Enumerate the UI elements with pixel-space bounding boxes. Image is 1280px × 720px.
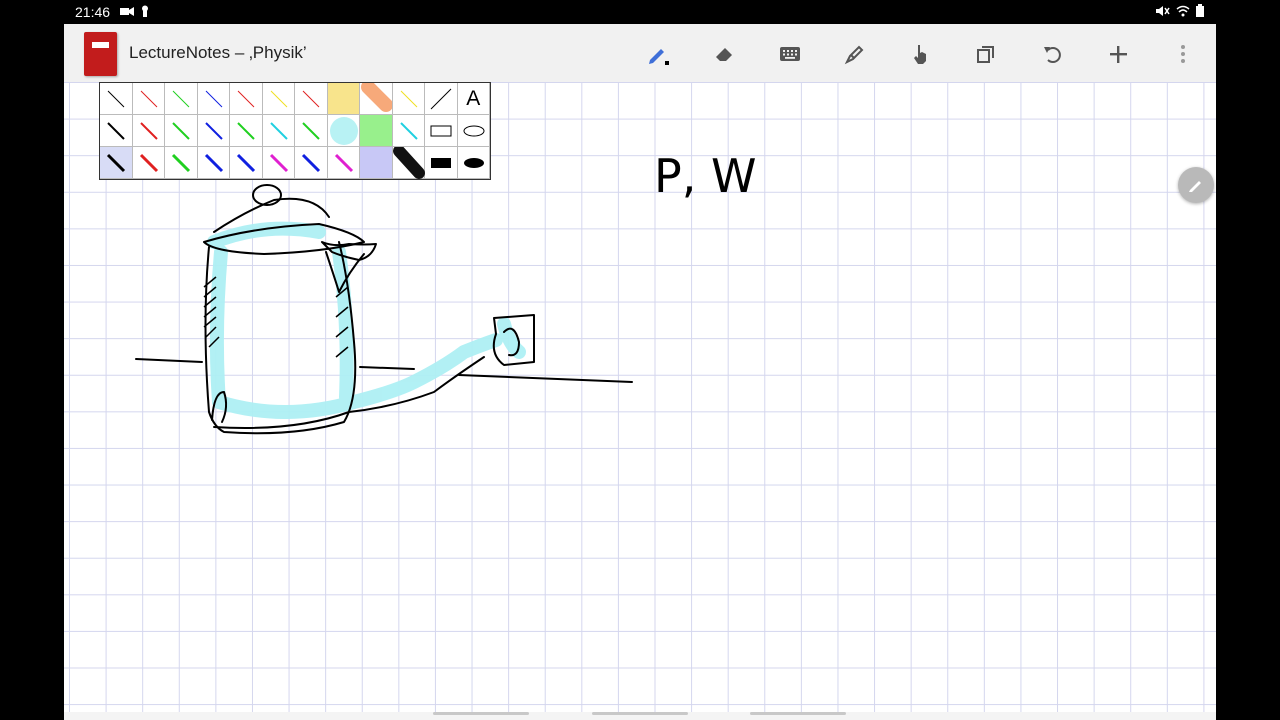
pen-red-thin-2[interactable]	[230, 83, 263, 115]
pen-green-medium-3[interactable]	[295, 115, 328, 147]
undo-icon	[1044, 47, 1061, 63]
pen-red-thin-3[interactable]	[295, 83, 328, 115]
pen-magenta-thick-2[interactable]	[327, 147, 360, 179]
pen-red-thin[interactable]	[132, 83, 165, 115]
nav-handle-center[interactable]	[592, 712, 688, 715]
pen-green-medium[interactable]	[165, 115, 198, 147]
pen-icon	[649, 49, 669, 65]
undo-button[interactable]	[1035, 37, 1069, 71]
line-tool[interactable]	[425, 83, 458, 115]
navigation-bar	[64, 712, 1216, 720]
highlighter-button[interactable]	[838, 37, 872, 71]
pen-magenta-thick[interactable]	[262, 147, 295, 179]
highlighter-green[interactable]	[360, 115, 393, 147]
floating-pencil-button[interactable]	[1178, 167, 1214, 203]
pen-yellow-thin-2[interactable]	[392, 83, 425, 115]
pen-blue-medium[interactable]	[197, 115, 230, 147]
status-time: 21:46	[75, 4, 111, 20]
ellipse-tool[interactable]	[457, 115, 490, 147]
nav-handle-left[interactable]	[433, 712, 529, 715]
status-bar: 21:46	[0, 0, 1280, 24]
highlighter-yellow[interactable]	[327, 83, 360, 115]
add-button[interactable]	[1101, 37, 1135, 71]
handwriting-text: P, W	[654, 149, 756, 203]
pen-cyan-medium-2[interactable]	[392, 115, 425, 147]
keyboard-button[interactable]	[773, 37, 807, 71]
pen-black-thin[interactable]	[100, 83, 133, 115]
app-window: LectureNotes – ‚Physik’ P, W A	[64, 24, 1216, 720]
keyhole-icon	[140, 4, 152, 17]
pen-tool-button[interactable]	[641, 37, 675, 71]
highlighter-lavender[interactable]	[360, 147, 393, 179]
pen-blue-thick-2[interactable]	[230, 147, 263, 179]
toolbar: LectureNotes – ‚Physik’	[64, 24, 1216, 83]
pen-blue-thick[interactable]	[197, 147, 230, 179]
copy-button[interactable]	[969, 37, 1003, 71]
marker-black-thick[interactable]	[392, 147, 425, 179]
highlighter-cyan[interactable]	[327, 115, 360, 147]
highlighter-icon	[844, 45, 864, 65]
hand-icon	[914, 45, 926, 64]
eraser-icon	[716, 48, 732, 61]
rectangle-tool[interactable]	[425, 115, 458, 147]
keyboard-icon	[780, 47, 800, 61]
add-icon	[1110, 46, 1127, 63]
notebook-icon[interactable]	[84, 32, 117, 76]
more-menu-button[interactable]	[1166, 37, 1200, 71]
copy-icon	[977, 46, 994, 63]
note-canvas[interactable]: P, W A	[64, 82, 1216, 712]
pen-blue-thin[interactable]	[197, 83, 230, 115]
filled-rectangle-tool[interactable]	[425, 147, 458, 179]
hand-button[interactable]	[904, 37, 938, 71]
camera-icon	[120, 4, 134, 16]
wifi-icon	[1176, 4, 1190, 17]
pencil-icon	[1189, 181, 1201, 192]
pen-palette: A	[99, 82, 491, 180]
pen-black-thick[interactable]	[100, 147, 133, 179]
pen-green-thin[interactable]	[165, 83, 198, 115]
pen-yellow-thin[interactable]	[262, 83, 295, 115]
pen-black-medium[interactable]	[100, 115, 133, 147]
nav-handle-right[interactable]	[750, 712, 846, 715]
eraser-button[interactable]	[707, 37, 741, 71]
pen-red-thick[interactable]	[132, 147, 165, 179]
more-vert-icon	[1181, 45, 1185, 63]
pen-blue-thick-3[interactable]	[295, 147, 328, 179]
pen-cyan-medium[interactable]	[262, 115, 295, 147]
highlighter-orange[interactable]	[360, 83, 393, 115]
mute-icon	[1156, 4, 1170, 16]
battery-icon	[1196, 4, 1208, 17]
text-tool[interactable]: A	[457, 83, 490, 115]
pen-green-medium-2[interactable]	[230, 115, 263, 147]
pen-red-medium[interactable]	[132, 115, 165, 147]
pen-green-thick[interactable]	[165, 147, 198, 179]
filled-ellipse-tool[interactable]	[457, 147, 490, 179]
app-title: LectureNotes – ‚Physik’	[129, 43, 307, 62]
